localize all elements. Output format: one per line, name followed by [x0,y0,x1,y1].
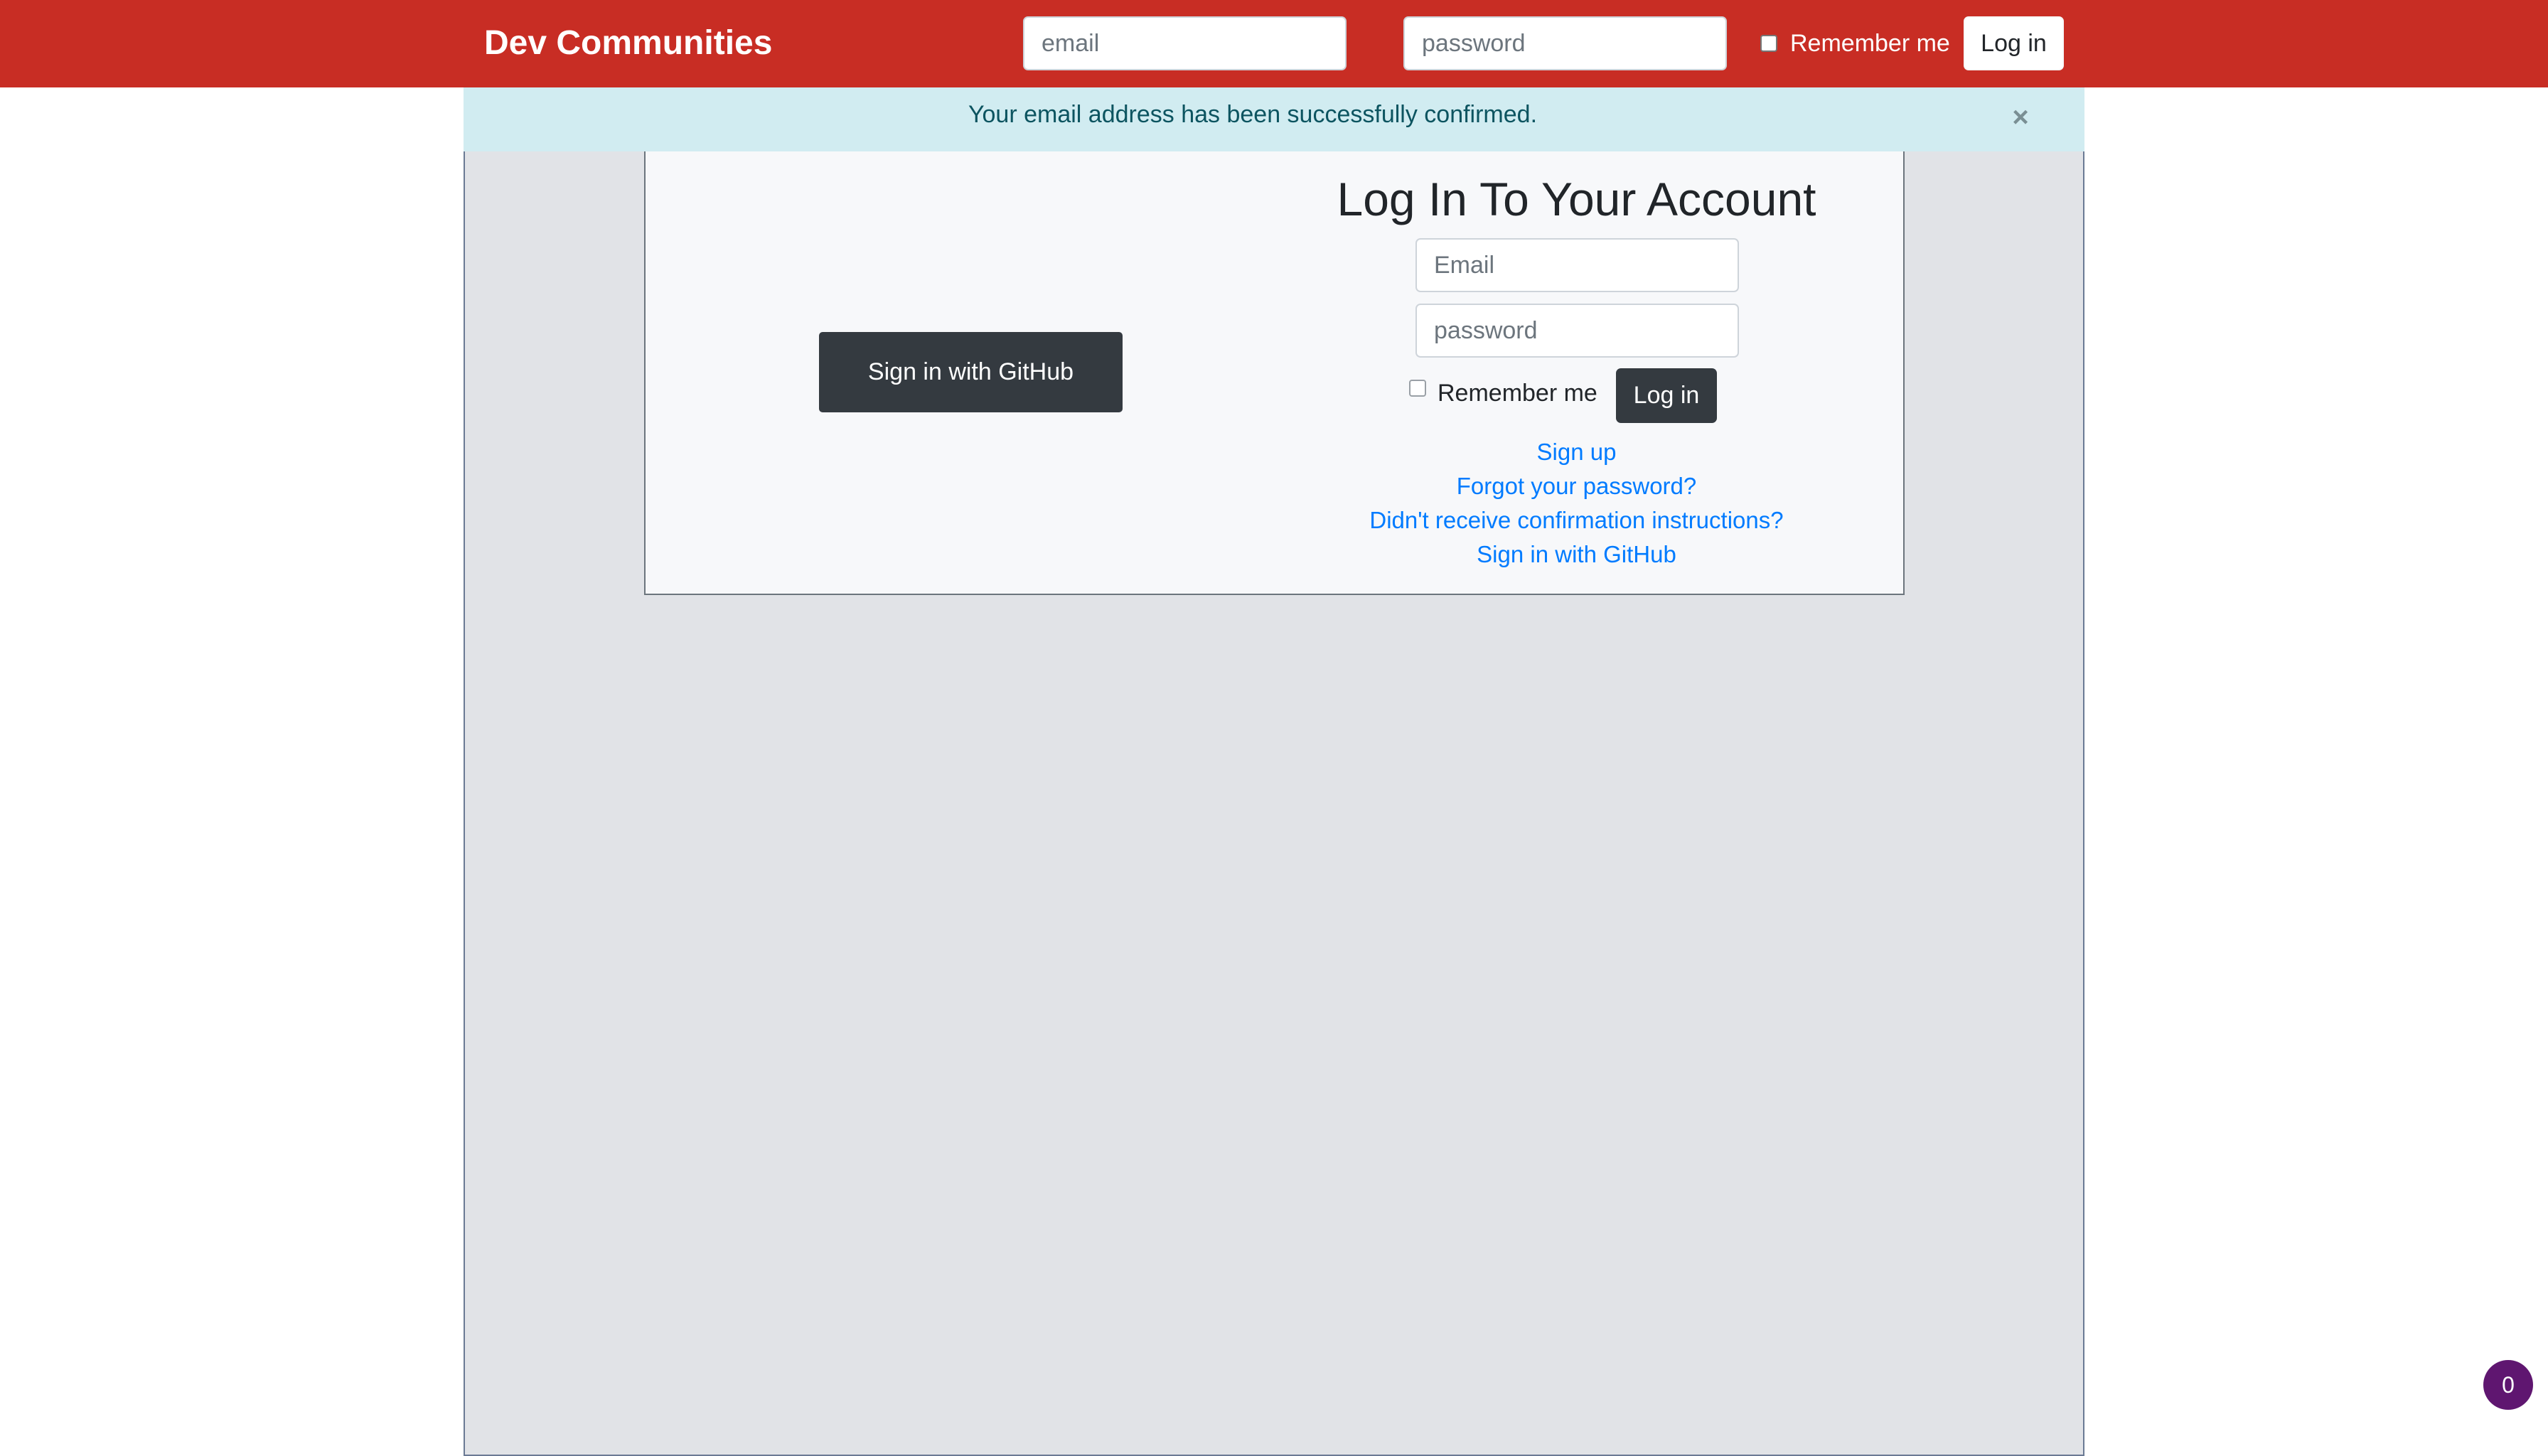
login-button[interactable]: Log in [1616,368,1717,423]
navbar-remember-me: Remember me [1760,20,1950,67]
forgot-password-link[interactable]: Forgot your password? [1301,469,1852,503]
navbar-login-button[interactable]: Log in [1964,16,2064,70]
notification-badge[interactable]: 0 [2483,1360,2533,1410]
close-icon[interactable]: × [2005,102,2036,133]
github-signin-button[interactable]: Sign in with GitHub [819,332,1123,412]
alert-message: Your email address has been successfully… [968,101,1538,128]
github-signin-link[interactable]: Sign in with GitHub [1301,537,1852,572]
remember-me-label: Remember me [1438,379,1597,407]
confirmation-alert: Your email address has been successfully… [464,87,2084,151]
sign-up-link[interactable]: Sign up [1301,435,1852,469]
navbar-email-input[interactable] [1023,16,1347,70]
password-field[interactable] [1415,304,1739,358]
remember-me-checkbox[interactable] [1409,380,1426,397]
remember-me: Remember me [1409,375,1597,411]
auth-links: Sign up Forgot your password? Didn't rec… [1301,435,1852,572]
resend-confirmation-link[interactable]: Didn't receive confirmation instructions… [1301,503,1852,537]
login-title: Log In To Your Account [1337,173,1816,225]
navbar-remember-checkbox[interactable] [1760,35,1777,52]
brand-logo[interactable]: Dev Communities [484,20,772,67]
navbar: Dev Communities Remember me Log in [0,0,2548,87]
email-field[interactable] [1415,238,1739,292]
navbar-remember-label: Remember me [1790,29,1950,57]
page: Dev Communities Remember me Log in Your … [0,0,2548,1456]
navbar-password-input[interactable] [1403,16,1727,70]
